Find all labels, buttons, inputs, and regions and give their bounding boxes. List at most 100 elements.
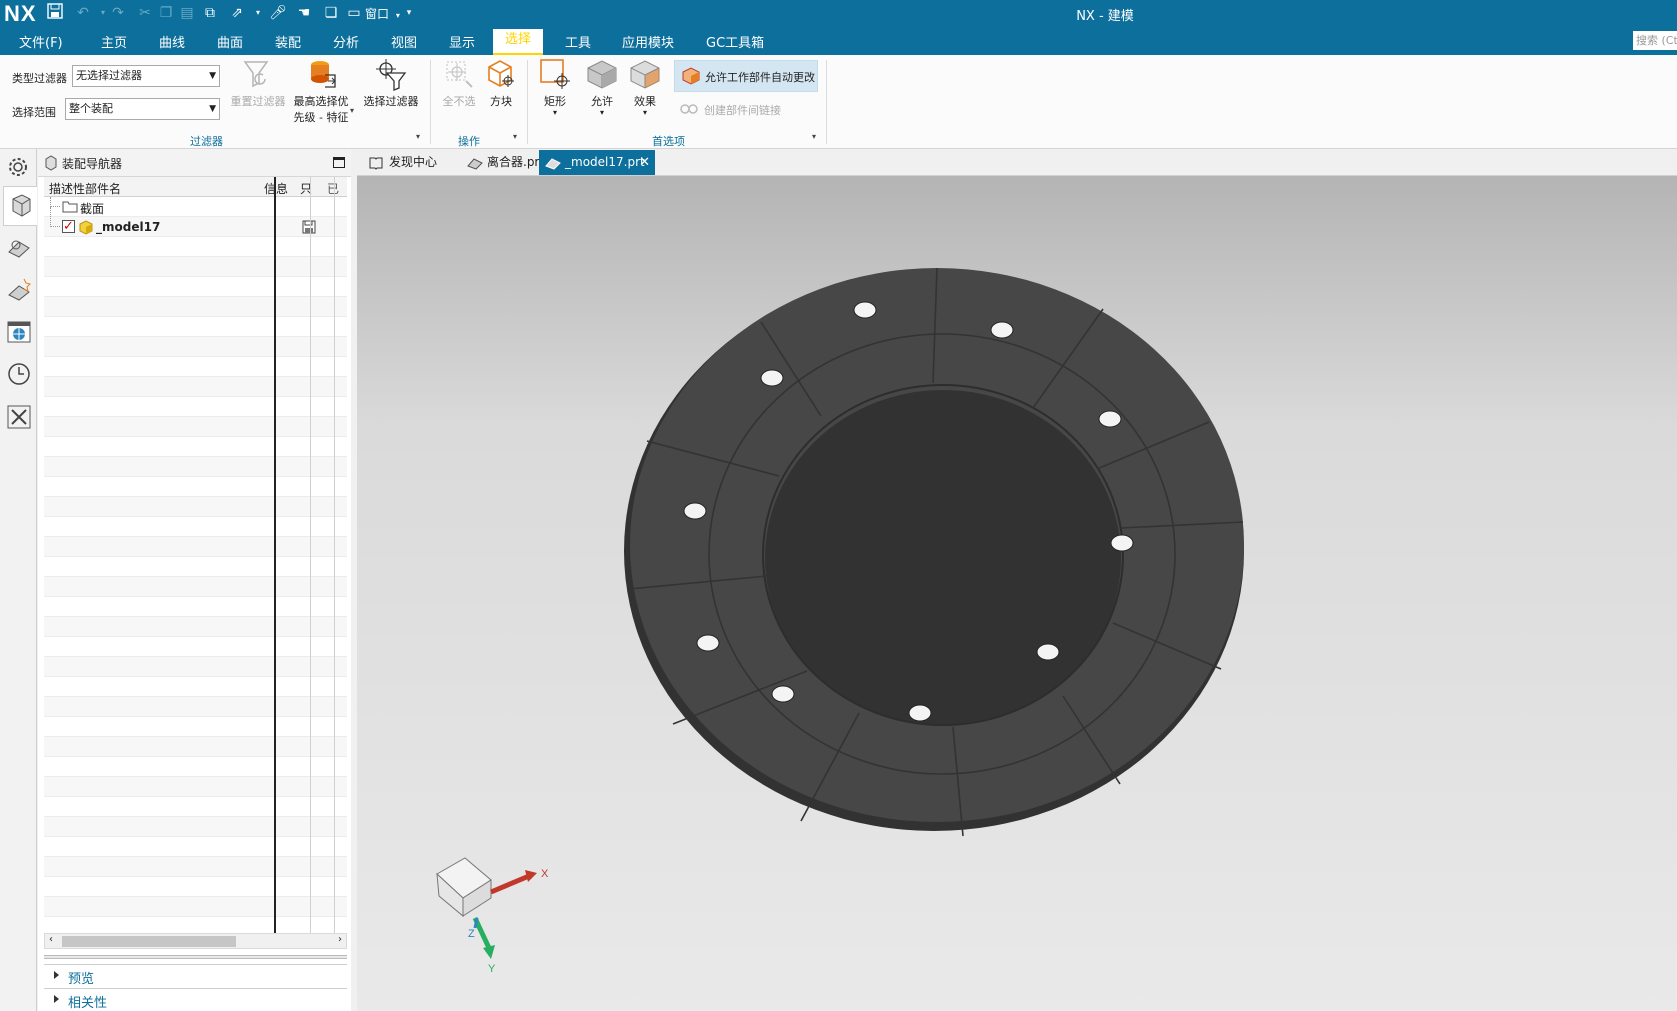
assembly-navigator-tab-icon[interactable] [3,186,37,226]
box-select-label: 方块 [490,95,512,108]
preview-section[interactable]: 预览 [44,964,347,987]
deselect-all-button[interactable]: 全不选 [437,57,481,109]
z-axis-arrow [473,917,479,929]
selection-scope-select[interactable]: 整个装配 ▼ [65,98,220,120]
settings-gear-icon[interactable] [6,155,32,181]
menu-file[interactable]: 文件(F) [19,32,63,54]
funnel-icon [243,61,269,88]
tab-discovery-center[interactable]: 发现中心 [363,150,455,175]
search-input[interactable]: 搜索 (Ctrl+ [1633,31,1677,50]
menu-analysis[interactable]: 分析 [333,32,359,54]
maximize-icon[interactable] [333,157,345,168]
paste-icon[interactable]: ▤ [177,3,197,23]
allow-auto-change-button[interactable]: 允许工作部件自动更改 [674,60,818,92]
menu-gc-toolbox[interactable]: GC工具箱 [706,32,764,54]
send-dropdown-icon[interactable]: ▾ [248,3,268,23]
cut-icon[interactable]: ✂ [135,3,155,23]
filter-group-dropdown-icon[interactable]: ▾ [416,132,420,141]
window-switch-icon[interactable]: ❏ [321,3,341,23]
visibility-checkbox[interactable]: ✓ [62,220,75,233]
tree-row-section[interactable]: 截面 [44,197,347,217]
dependency-label: 相关性 [68,996,108,1011]
scroll-thumb[interactable] [62,936,236,947]
reset-filter-button[interactable]: 重置过滤器 [228,57,288,109]
redo-icon[interactable]: ↷ [108,3,128,23]
brake-ring-part[interactable] [624,267,1244,837]
customize-quick-access-icon[interactable]: ▾ [399,3,419,23]
menu-tools[interactable]: 工具 [565,32,591,54]
highest-priority-button[interactable]: 最高选择优 先级 - 特征 [288,57,354,125]
rectangle-button[interactable]: 矩形 ▾ [535,57,575,117]
x-axis-head [525,870,537,882]
assembly-navigator-panel: 装配导航器 描述性部件名 信息 只 已 截面 ✓ _model17 ‹ › 预览… [38,149,351,1011]
ribbon-separator [430,60,431,144]
priority-dropdown-icon[interactable]: ▾ [350,106,354,115]
document-tabs: 发现中心 离合器.prt ⇱ _model17.prt ✕ [357,149,1677,194]
copy-icon[interactable]: ❐ [156,3,176,23]
menu-home[interactable]: 主页 [101,32,127,54]
menu-view[interactable]: 视图 [391,32,417,54]
box-select-button[interactable]: 方块 [479,57,523,109]
create-interpart-link-label: 创建部件间链接 [704,104,781,117]
folder-icon [62,201,78,213]
save-icon[interactable] [45,3,65,23]
tab-discovery-label: 发现中心 [389,155,438,169]
tree-row-empty [44,437,347,457]
copy-display-icon[interactable]: ⧉ [200,3,220,23]
undo-icon[interactable]: ↶ [73,3,93,23]
menu-curve[interactable]: 曲线 [159,32,185,54]
menu-select[interactable]: 选择 [493,29,544,55]
nx-logo: NX [4,1,37,26]
col-part-name[interactable]: 描述性部件名 [49,180,121,197]
column-divider[interactable] [310,177,311,933]
menu-display[interactable]: 显示 [449,32,475,54]
window-icon[interactable]: ▭ [344,3,364,23]
axis-triad: X Y Z [436,857,549,975]
tree-row-empty [44,357,347,377]
group-prefs-label: 首选项 [652,135,685,148]
scroll-right-icon[interactable]: › [338,934,342,945]
reuse-library-icon[interactable] [6,277,32,303]
tree-row-model[interactable]: ✓ _model17 [44,207,347,237]
history-clock-icon[interactable] [6,361,32,387]
graphics-viewport[interactable]: X Y Z [357,176,1677,1011]
touch-mode-icon[interactable]: ☚ [294,3,314,23]
allow-button[interactable]: 允许 ▾ [581,57,623,117]
scroll-left-icon[interactable]: ‹ [49,934,53,945]
create-interpart-link-button[interactable]: 创建部件间链接 [678,97,818,121]
tools-icon[interactable] [6,404,32,430]
horizontal-scrollbar[interactable]: ‹ › [44,933,347,949]
microphone-icon[interactable]: 🎤︎ [268,3,288,23]
menu-surface[interactable]: 曲面 [217,32,243,54]
col-info[interactable]: 信息 [264,180,288,197]
web-browser-icon[interactable] [6,319,32,345]
model-canvas[interactable]: X Y Z [357,176,1677,1011]
chevron-down-icon: ▼ [209,104,216,114]
tree-connector [50,197,60,207]
menu-assembly[interactable]: 装配 [275,32,301,54]
panel-splitter[interactable] [44,955,347,959]
column-divider[interactable] [334,177,335,933]
tree-row-empty [44,757,347,777]
close-tab-icon[interactable]: ✕ [639,150,650,175]
tree-row-empty [44,377,347,397]
send-icon[interactable]: ⇗ [227,3,247,23]
col-modified[interactable]: 已 [327,180,345,197]
type-filter-select[interactable]: 无选择过滤器 ▼ [72,65,220,87]
dependency-section[interactable]: 相关性 [44,988,347,1011]
rectangle-dropdown-icon: ▾ [552,108,557,117]
title-bar: NX ↶ ▾ ↷ ✂ ❐ ▤ ⧉ ⇗ ▾ 🎤︎ ☚ ❏ ▭ 窗口 ▾ ▾ NX … [0,0,1677,26]
prefs-group-dropdown-icon[interactable]: ▾ [812,132,816,141]
ring-face [630,268,1244,822]
select-filter-button[interactable]: 选择过滤器 [360,57,422,109]
tree-row-empty [44,317,347,337]
effect-button[interactable]: 效果 ▾ [624,57,666,117]
menu-application[interactable]: 应用模块 [622,32,674,54]
tab-model17[interactable]: _model17.prt ✕ [539,150,655,175]
part-navigator-icon[interactable] [6,235,32,261]
column-divider[interactable] [274,177,276,933]
tree-row-empty [44,857,347,877]
book-icon [369,157,383,170]
window-menu[interactable]: 窗口 ▾ [365,5,400,22]
ops-group-dropdown-icon[interactable]: ▾ [513,132,517,141]
